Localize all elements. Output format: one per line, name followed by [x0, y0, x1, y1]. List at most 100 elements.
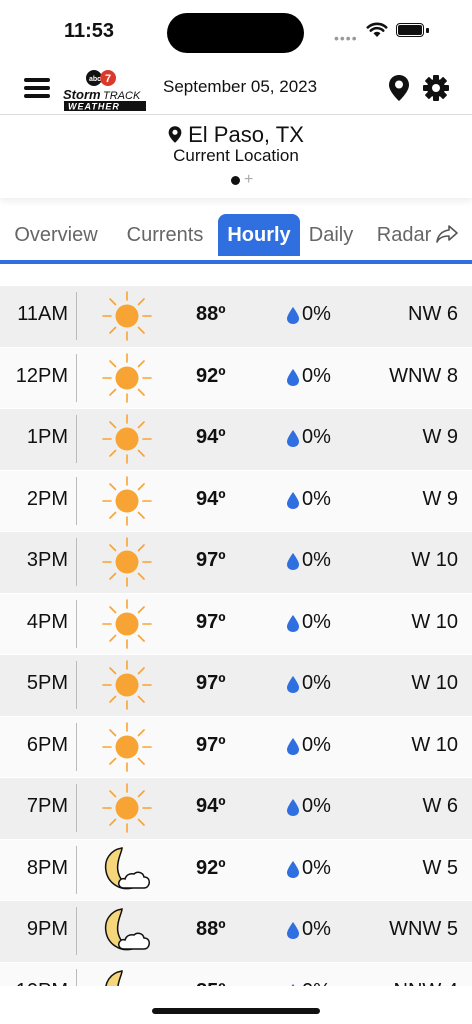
- precip-drop-icon: [286, 306, 300, 330]
- hour-temp: 88º: [196, 918, 226, 940]
- hour-wind: W 9: [422, 487, 458, 510]
- hour-temp: 97º: [196, 610, 226, 633]
- moon-cloud-icon: [100, 905, 154, 957]
- hour-time: 5PM: [26, 672, 68, 694]
- hourly-row[interactable]: 7PM 94º 0% W 6: [0, 778, 472, 840]
- hour-wind: W 9: [422, 426, 458, 448]
- sun-icon: [100, 475, 154, 527]
- moon-cloud-icon: [100, 967, 154, 986]
- stormtrack-logo: abc 7 Storm TRACK WEATHER: [63, 70, 146, 112]
- hour-precip: 0%: [302, 733, 331, 756]
- svg-text:WEATHER: WEATHER: [68, 102, 120, 112]
- hourly-row[interactable]: 8PM 92º 0% W 5: [0, 839, 472, 901]
- svg-text:7: 7: [105, 73, 111, 85]
- hour-temp: 94º: [196, 487, 226, 510]
- hourly-row[interactable]: 2PM 94º 0% W 9: [0, 470, 472, 532]
- share-arrow-icon: [436, 225, 459, 243]
- pager-dot-active: [231, 176, 240, 185]
- hour-wind: WNW 5: [389, 918, 458, 940]
- hour-precip: 0%: [302, 303, 331, 325]
- tab-daily[interactable]: Daily: [302, 214, 360, 256]
- hour-time: 12PM: [15, 364, 68, 387]
- precip-drop-icon: [286, 798, 300, 822]
- dynamic-island: [167, 13, 304, 53]
- hour-precip: 0%: [302, 364, 331, 387]
- sun-icon: [100, 659, 154, 711]
- tab-bar: Overview Currents Hourly Daily Radar: [0, 214, 472, 264]
- sun-icon: [100, 721, 154, 773]
- hourly-row[interactable]: 4PM 97º 0% W 10: [0, 593, 472, 655]
- hourly-list[interactable]: 11AM 88º 0% NW 6 12PM 92º 0% WNW 8 1PM 9…: [0, 286, 472, 986]
- location-subtitle: Current Location: [173, 146, 299, 165]
- sun-icon: [100, 536, 154, 588]
- hour-temp: 94º: [196, 795, 226, 817]
- menu-icon[interactable]: [24, 76, 52, 100]
- settings-gear-icon[interactable]: [422, 74, 450, 102]
- hour-precip: 0%: [302, 487, 331, 510]
- hour-wind: W 10: [411, 672, 458, 694]
- hour-time: 4PM: [26, 610, 68, 633]
- tab-radar-label: Radar: [376, 224, 432, 246]
- hour-temp: 88º: [196, 303, 226, 325]
- hour-precip: 0%: [302, 426, 331, 448]
- app-header: abc 7 Storm TRACK WEATHER September 05, …: [0, 62, 472, 115]
- hour-wind: W 5: [422, 856, 458, 879]
- hourly-row[interactable]: 3PM 97º 0% W 10: [0, 532, 472, 594]
- sun-icon: [100, 352, 154, 404]
- hour-temp: 94º: [196, 426, 226, 448]
- location-title: El Paso, TX: [0, 122, 472, 148]
- precip-drop-icon: [286, 921, 300, 945]
- hourly-row[interactable]: 12PM 92º 0% WNW 8: [0, 347, 472, 409]
- precip-drop-icon: [286, 552, 300, 576]
- row-divider: [76, 722, 77, 771]
- sun-icon: [100, 598, 154, 650]
- add-location-icon[interactable]: +: [244, 171, 253, 189]
- bottom-safe-area: [0, 986, 472, 1024]
- hourly-row[interactable]: 5PM 97º 0% W 10: [0, 655, 472, 717]
- row-divider: [76, 599, 77, 648]
- row-divider: [76, 292, 77, 340]
- wifi-icon: [366, 22, 388, 37]
- sun-icon: [100, 290, 154, 342]
- tab-currents[interactable]: Currents: [116, 214, 214, 256]
- row-divider: [76, 968, 77, 986]
- hour-wind: WNW 8: [389, 364, 458, 387]
- hour-temp: 97º: [196, 549, 226, 571]
- hour-time: 11AM: [17, 303, 68, 325]
- header-date: September 05, 2023: [163, 77, 318, 96]
- row-divider: [76, 476, 77, 525]
- hour-time: 6PM: [26, 733, 68, 756]
- location-panel[interactable]: El Paso, TX Current Location +: [0, 116, 472, 198]
- status-time: 11:53: [64, 20, 115, 42]
- hourly-row[interactable]: 9PM 88º 0% WNW 5: [0, 901, 472, 963]
- hourly-row[interactable]: 10PM 85º 0% NNW 4: [0, 962, 472, 986]
- row-divider: [76, 784, 77, 832]
- hour-time: 1PM: [26, 426, 68, 448]
- hour-precip: 0%: [302, 918, 331, 940]
- row-divider: [76, 353, 77, 402]
- hour-precip: 0%: [302, 549, 331, 571]
- tab-radar[interactable]: Radar: [370, 214, 466, 256]
- row-divider: [76, 415, 77, 463]
- signal-icon: ••••: [334, 30, 358, 46]
- hourly-row[interactable]: 11AM 88º 0% NW 6: [0, 286, 472, 348]
- hour-time: 3PM: [26, 549, 68, 571]
- hourly-row[interactable]: 1PM 94º 0% W 9: [0, 409, 472, 471]
- precip-drop-icon: [286, 860, 300, 884]
- location-pin-icon[interactable]: [388, 74, 410, 102]
- moon-cloud-icon: [100, 844, 154, 896]
- precip-drop-icon: [286, 737, 300, 761]
- svg-text:abc: abc: [89, 76, 101, 83]
- hour-precip: 0%: [302, 856, 331, 879]
- tab-hourly[interactable]: Hourly: [218, 214, 300, 256]
- hour-wind: NW 6: [408, 303, 458, 325]
- hour-time: 8PM: [26, 856, 68, 879]
- hour-wind: W 6: [422, 795, 458, 817]
- row-divider: [76, 845, 77, 894]
- hourly-row[interactable]: 6PM 97º 0% W 10: [0, 716, 472, 778]
- tab-overview[interactable]: Overview: [6, 214, 106, 256]
- hour-temp: 92º: [196, 856, 226, 879]
- precip-drop-icon: [286, 368, 300, 392]
- hour-precip: 0%: [302, 672, 331, 694]
- sun-icon: [100, 413, 154, 465]
